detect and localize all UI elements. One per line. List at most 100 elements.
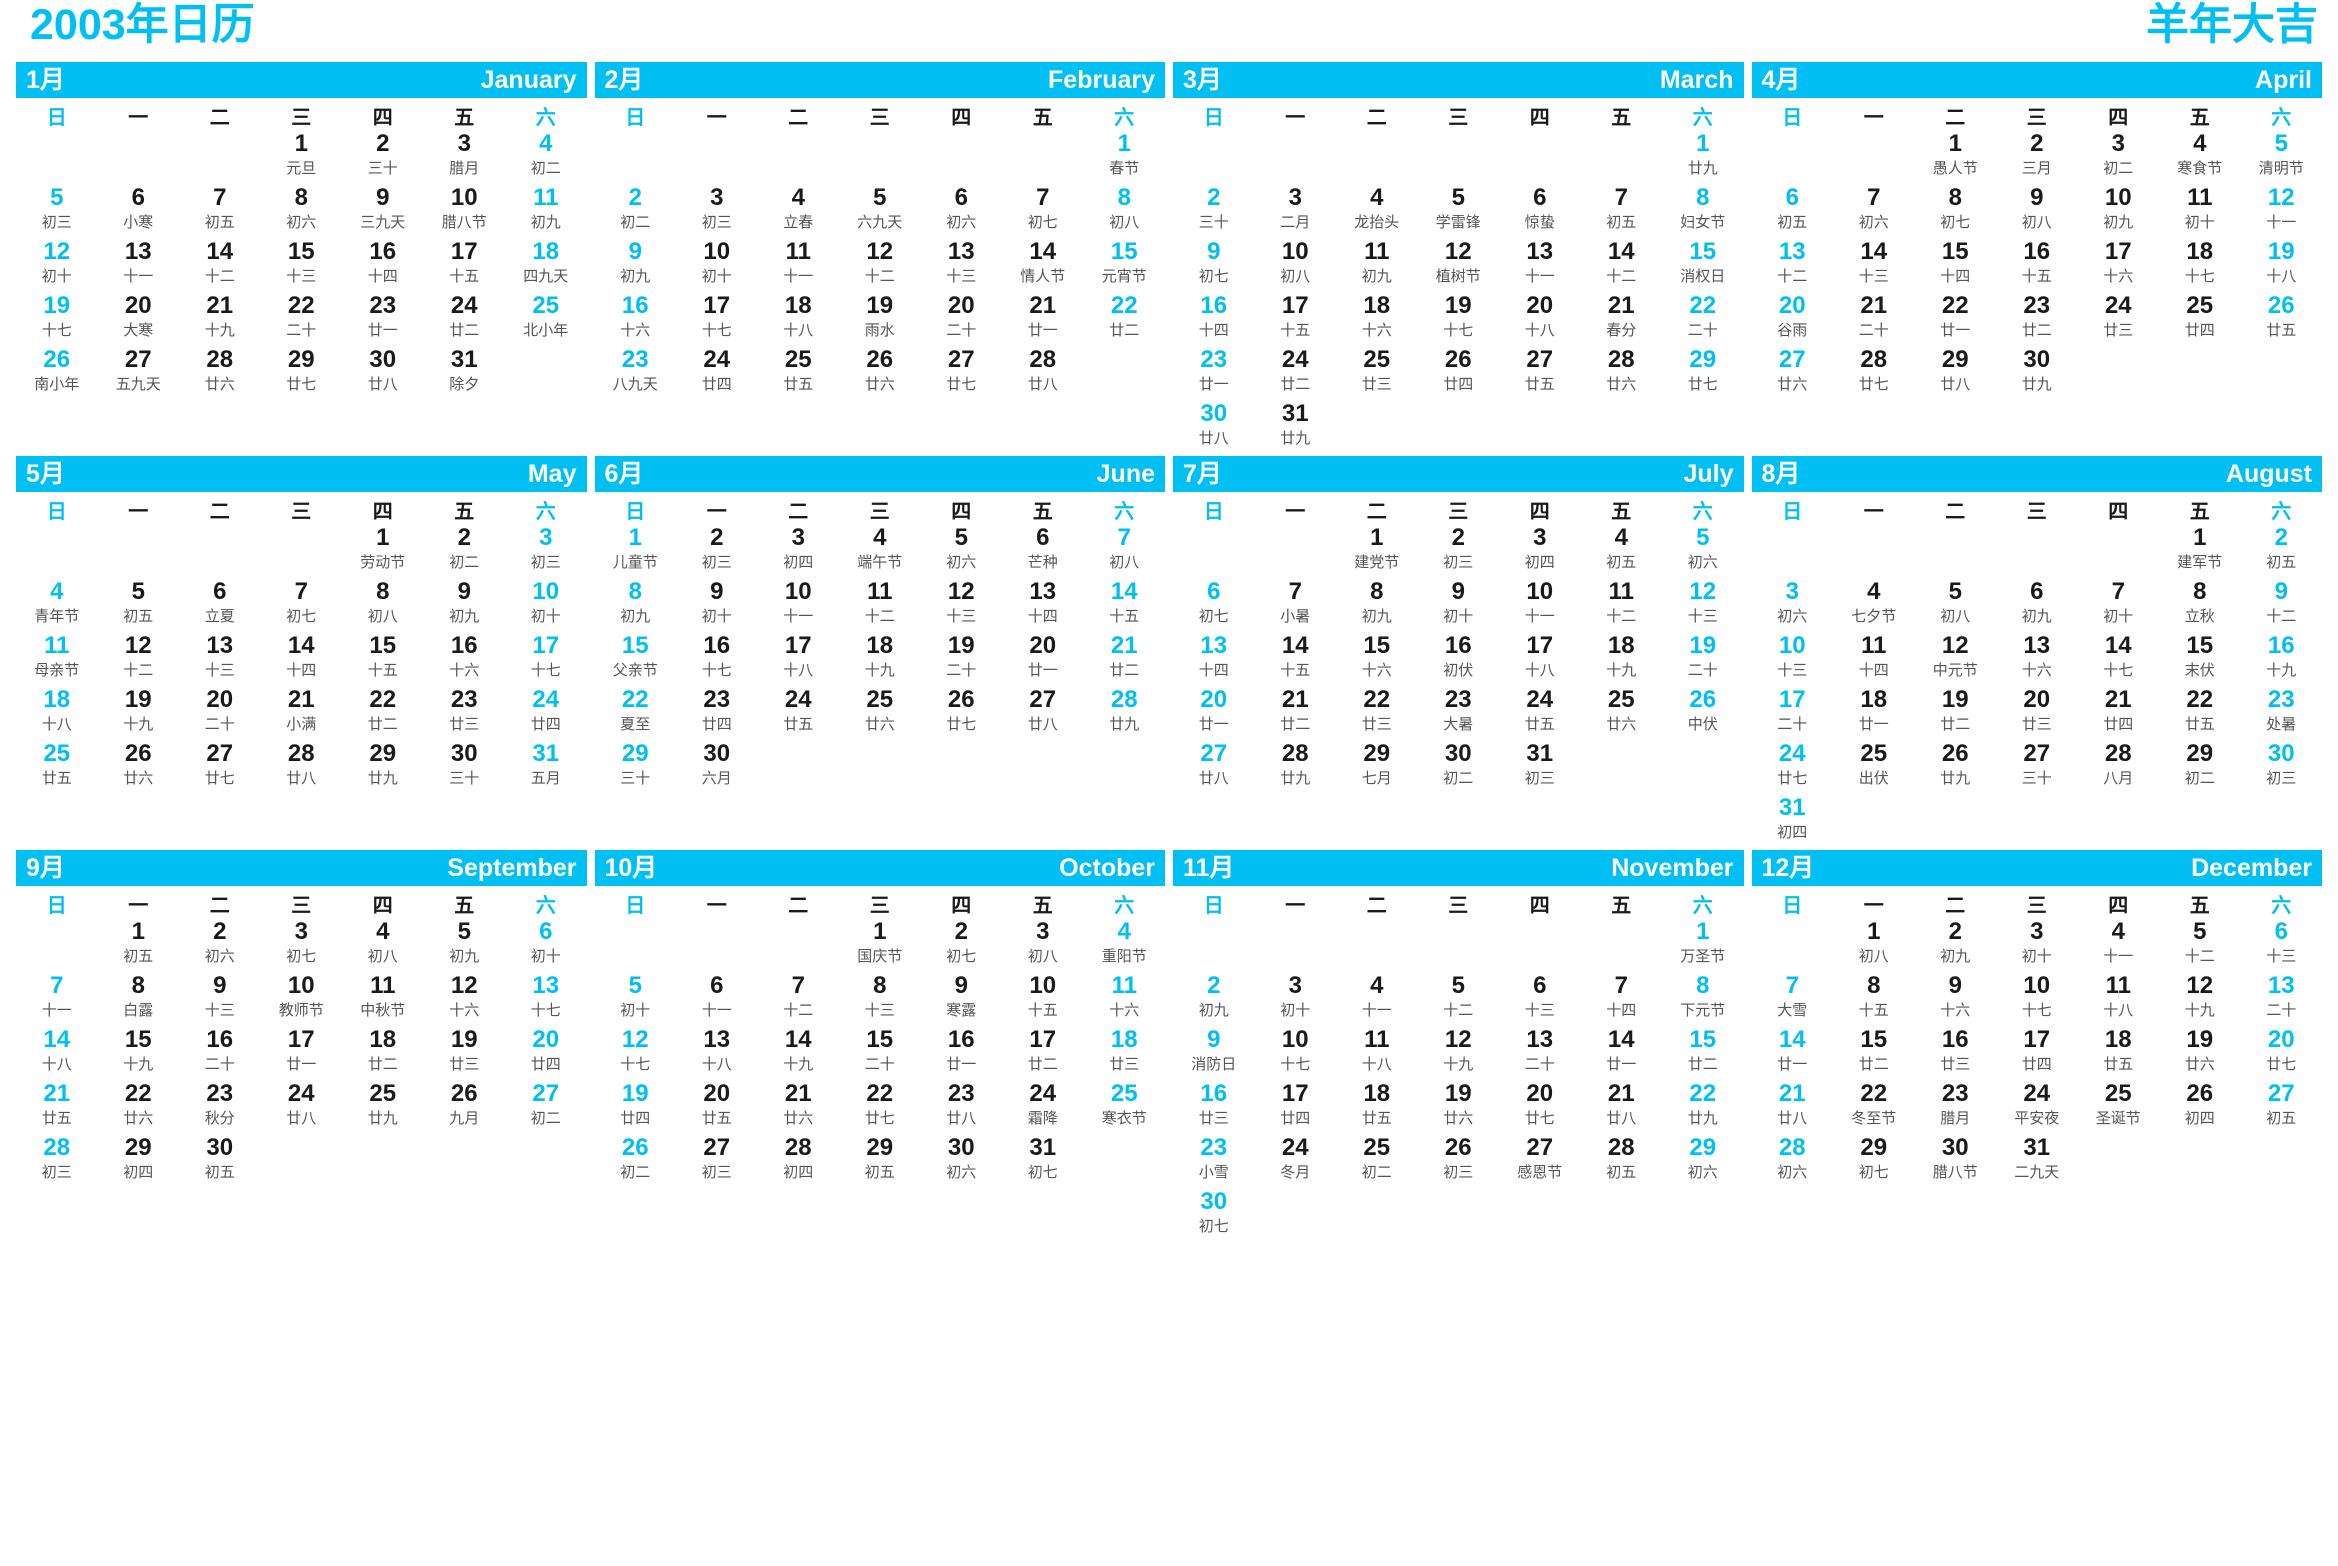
day-cell[interactable]: 30 [1418,742,1500,766]
day-cell[interactable]: 10 [758,580,840,604]
day-cell[interactable]: 12 [921,580,1003,604]
day-cell[interactable]: 28 [179,348,261,372]
day-cell[interactable]: 12 [1418,240,1500,264]
day-cell[interactable]: 29 [839,1136,921,1160]
day-cell[interactable]: 26 [1418,1136,1500,1160]
day-cell[interactable]: 20 [505,1028,587,1052]
day-cell[interactable]: 5 [16,186,98,210]
day-cell[interactable]: 4 [16,580,98,604]
day-cell[interactable]: 4 [839,526,921,550]
day-cell[interactable]: 13 [1996,634,2078,658]
day-cell[interactable]: 31 [1752,796,1834,820]
day-cell[interactable]: 19 [1418,1082,1500,1106]
day-cell[interactable]: 24 [424,294,506,318]
day-cell[interactable]: 4 [1084,920,1166,944]
day-cell[interactable]: 22 [2159,688,2241,712]
day-cell[interactable]: 1 [839,920,921,944]
day-cell[interactable]: 7 [261,580,343,604]
day-cell[interactable]: 3 [505,526,587,550]
day-cell[interactable]: 28 [1833,348,1915,372]
day-cell[interactable]: 28 [261,742,343,766]
day-cell[interactable]: 15 [1662,240,1744,264]
day-cell[interactable]: 21 [1581,294,1663,318]
day-cell[interactable]: 6 [921,186,1003,210]
day-cell[interactable]: 22 [839,1082,921,1106]
day-cell[interactable]: 3 [1499,526,1581,550]
day-cell[interactable]: 15 [98,1028,180,1052]
day-cell[interactable]: 15 [1662,1028,1744,1052]
day-cell[interactable]: 9 [1996,186,2078,210]
day-cell[interactable]: 12 [2159,974,2241,998]
day-cell[interactable]: 5 [595,974,677,998]
day-cell[interactable]: 25 [1336,348,1418,372]
day-cell[interactable]: 2 [595,186,677,210]
day-cell[interactable]: 4 [342,920,424,944]
day-cell[interactable]: 13 [1499,1028,1581,1052]
day-cell[interactable]: 16 [342,240,424,264]
day-cell[interactable]: 2 [1418,526,1500,550]
day-cell[interactable]: 22 [595,688,677,712]
day-cell[interactable]: 14 [1255,634,1337,658]
day-cell[interactable]: 7 [179,186,261,210]
day-cell[interactable]: 19 [2159,1028,2241,1052]
day-cell[interactable]: 5 [98,580,180,604]
day-cell[interactable]: 6 [2241,920,2323,944]
day-cell[interactable]: 25 [342,1082,424,1106]
day-cell[interactable]: 24 [1996,1082,2078,1106]
day-cell[interactable]: 25 [839,688,921,712]
day-cell[interactable]: 3 [1002,920,1084,944]
day-cell[interactable]: 11 [1336,240,1418,264]
day-cell[interactable]: 24 [2078,294,2160,318]
day-cell[interactable]: 28 [758,1136,840,1160]
day-cell[interactable]: 5 [1662,526,1744,550]
day-cell[interactable]: 24 [1255,348,1337,372]
day-cell[interactable]: 30 [342,348,424,372]
day-cell[interactable]: 17 [1499,634,1581,658]
day-cell[interactable]: 8 [1662,186,1744,210]
day-cell[interactable]: 11 [505,186,587,210]
day-cell[interactable]: 2 [424,526,506,550]
day-cell[interactable]: 14 [1833,240,1915,264]
day-cell[interactable]: 15 [261,240,343,264]
day-cell[interactable]: 3 [1996,920,2078,944]
day-cell[interactable]: 16 [424,634,506,658]
day-cell[interactable]: 19 [424,1028,506,1052]
day-cell[interactable]: 23 [342,294,424,318]
day-cell[interactable]: 13 [179,634,261,658]
day-cell[interactable]: 12 [595,1028,677,1052]
day-cell[interactable]: 17 [1996,1028,2078,1052]
day-cell[interactable]: 1 [1084,132,1166,156]
day-cell[interactable]: 12 [1418,1028,1500,1052]
day-cell[interactable]: 8 [1915,186,1997,210]
day-cell[interactable]: 12 [839,240,921,264]
day-cell[interactable]: 15 [1833,1028,1915,1052]
day-cell[interactable]: 12 [2241,186,2323,210]
day-cell[interactable]: 26 [1915,742,1997,766]
day-cell[interactable]: 15 [2159,634,2241,658]
day-cell[interactable]: 21 [179,294,261,318]
day-cell[interactable]: 29 [98,1136,180,1160]
day-cell[interactable]: 16 [2241,634,2323,658]
day-cell[interactable]: 5 [2159,920,2241,944]
day-cell[interactable]: 25 [758,348,840,372]
day-cell[interactable]: 18 [505,240,587,264]
day-cell[interactable]: 8 [261,186,343,210]
day-cell[interactable]: 10 [424,186,506,210]
day-cell[interactable]: 20 [1002,634,1084,658]
day-cell[interactable]: 8 [1662,974,1744,998]
day-cell[interactable]: 25 [1581,688,1663,712]
day-cell[interactable]: 14 [16,1028,98,1052]
day-cell[interactable]: 1 [98,920,180,944]
day-cell[interactable]: 17 [676,294,758,318]
day-cell[interactable]: 1 [1662,920,1744,944]
day-cell[interactable]: 24 [505,688,587,712]
day-cell[interactable]: 29 [1662,348,1744,372]
day-cell[interactable]: 21 [16,1082,98,1106]
day-cell[interactable]: 7 [1581,974,1663,998]
day-cell[interactable]: 13 [98,240,180,264]
day-cell[interactable]: 16 [676,634,758,658]
day-cell[interactable]: 8 [98,974,180,998]
day-cell[interactable]: 9 [1915,974,1997,998]
day-cell[interactable]: 26 [2241,294,2323,318]
day-cell[interactable]: 21 [1581,1082,1663,1106]
